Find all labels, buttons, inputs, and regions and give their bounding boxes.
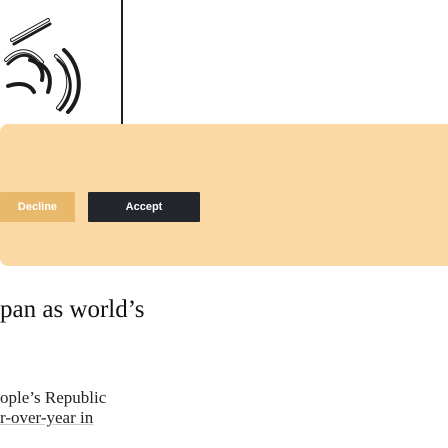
article-page: Decline Accept pan as world’s ople’s Rep… <box>0 0 448 448</box>
accept-button[interactable]: Accept <box>88 192 200 222</box>
body-text-line-link[interactable]: r-over-year in <box>0 408 106 428</box>
decline-button[interactable]: Decline <box>0 192 75 222</box>
hero-image <box>0 0 121 131</box>
hero-illustration <box>4 18 81 114</box>
hero-divider <box>121 0 123 134</box>
body-text-line: ople’s Republic <box>0 388 107 407</box>
article-body: ople’s Republic r-over-year in <box>0 388 106 428</box>
cookie-buttons: Decline Accept <box>0 192 448 222</box>
article-headline: pan as world’s <box>0 296 145 323</box>
